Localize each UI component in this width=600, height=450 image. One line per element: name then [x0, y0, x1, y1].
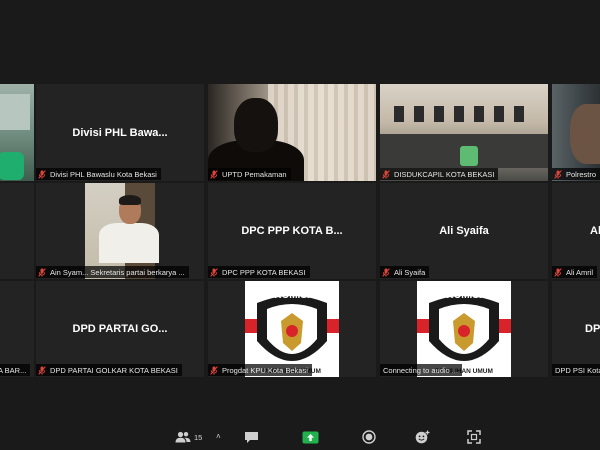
- participant-display-name: Divisi PHL Bawa...: [72, 126, 168, 139]
- participant-video: [552, 84, 600, 181]
- video-tile[interactable]: DPC PPP KOTA B... DPC PPP KOTA BEKASI: [208, 183, 376, 279]
- participant-name-tag: UPTD Pemakaman: [208, 168, 291, 180]
- muted-mic-icon: [554, 169, 562, 179]
- participant-video: [85, 183, 159, 279]
- participant-name-tag: DPD PARTAI GOLKAR KOTA BEKASI: [36, 364, 182, 376]
- meeting-toolbar: 15 ˄: [0, 422, 600, 450]
- participant-display-name: DPD PARTAI GO...: [72, 323, 168, 335]
- participants-options-caret-icon[interactable]: ˄: [216, 432, 221, 441]
- muted-mic-icon: [554, 267, 562, 277]
- muted-mic-icon: [210, 267, 218, 277]
- record-button[interactable]: [362, 430, 376, 444]
- participant-name-tag: A BAR...: [0, 364, 31, 376]
- video-tile[interactable]: KOMISI PEMILIHAN UMUM Progdat KPU Kota B…: [208, 281, 376, 377]
- apps-icon: [467, 430, 481, 444]
- participant-name-tag: Ali Syaifa: [380, 266, 430, 278]
- participants-icon: [175, 431, 191, 443]
- participant-name-tag: Ain Syam... Sekretaris partai berkarya .…: [36, 266, 189, 278]
- video-tile[interactable]: [0, 183, 34, 279]
- muted-mic-icon: [38, 365, 46, 375]
- video-tile[interactable]: Ali Ali Amril: [552, 183, 600, 279]
- chat-icon: [245, 431, 258, 443]
- video-tile[interactable]: DP DPD PSI Kota: [552, 281, 600, 377]
- record-icon: [362, 430, 376, 444]
- participant-display-name: DP: [585, 323, 600, 335]
- participant-name-tag: DPD PSI Kota: [552, 364, 600, 376]
- muted-mic-icon: [38, 267, 46, 277]
- chat-button[interactable]: [244, 430, 259, 444]
- video-tile[interactable]: KOMISI PEMILIHAN UMUM Connecting to audi…: [380, 281, 548, 377]
- video-tile[interactable]: Ain Syam... Sekretaris partai berkarya .…: [36, 183, 204, 279]
- video-tile[interactable]: A BAR...: [0, 281, 34, 377]
- participant-display-name: Ali: [590, 225, 600, 237]
- svg-text:KOMISI: KOMISI: [274, 290, 310, 301]
- reactions-button[interactable]: [415, 430, 430, 444]
- video-tile[interactable]: Polrestro: [552, 84, 600, 181]
- participant-video: [208, 84, 376, 181]
- video-tile[interactable]: DISDUKCAPIL KOTA BEKASI: [380, 84, 548, 181]
- kpu-logo-video: KOMISI PEMILIHAN UMUM: [245, 281, 339, 377]
- muted-mic-icon: [210, 365, 218, 375]
- kpu-emblem-icon: KOMISI PEMILIHAN UMUM: [245, 281, 339, 377]
- participants-button[interactable]: 15: [175, 430, 202, 444]
- muted-mic-icon: [38, 169, 46, 179]
- participant-name-tag: Connecting to audio ...: [380, 364, 463, 376]
- participant-video: [380, 84, 548, 181]
- video-tile[interactable]: UPTD Pemakaman: [208, 84, 376, 181]
- reactions-icon: [415, 430, 430, 444]
- muted-mic-icon: [382, 267, 390, 277]
- video-tile-active-speaker[interactable]: [0, 84, 34, 181]
- muted-mic-icon: [210, 169, 218, 179]
- participants-count: 15: [194, 432, 203, 442]
- share-screen-button[interactable]: [302, 430, 319, 444]
- svg-text:KOMISI: KOMISI: [446, 290, 482, 301]
- participant-display-name: DPC PPP KOTA B...: [241, 225, 343, 237]
- participant-display-name: Ali Syaifa: [439, 225, 489, 237]
- participant-name-tag: Ali Amril: [552, 266, 598, 278]
- participant-name-tag: DISDUKCAPIL KOTA BEKASI: [380, 168, 499, 180]
- kpu-emblem-icon: KOMISI PEMILIHAN UMUM: [417, 281, 511, 377]
- video-gallery: Divisi PHL Bawa... Divisi PHL Bawaslu Ko…: [0, 0, 600, 422]
- muted-mic-icon: [382, 169, 390, 179]
- video-tile[interactable]: DPD PARTAI GO... DPD PARTAI GOLKAR KOTA …: [36, 281, 204, 377]
- apps-button[interactable]: [467, 430, 481, 444]
- participant-name-tag: Polrestro: [552, 168, 600, 180]
- kpu-logo-video: KOMISI PEMILIHAN UMUM: [417, 281, 511, 377]
- participant-video: [0, 84, 34, 181]
- video-tile[interactable]: Divisi PHL Bawa... Divisi PHL Bawaslu Ko…: [36, 84, 204, 181]
- participant-name-tag: DPC PPP KOTA BEKASI: [208, 266, 310, 278]
- participant-name-tag: Divisi PHL Bawaslu Kota Bekasi: [36, 168, 161, 180]
- video-tile[interactable]: Ali Syaifa Ali Syaifa: [380, 183, 548, 279]
- share-screen-icon: [302, 431, 319, 443]
- participant-name-tag: Progdat KPU Kota Bekasi: [208, 364, 312, 376]
